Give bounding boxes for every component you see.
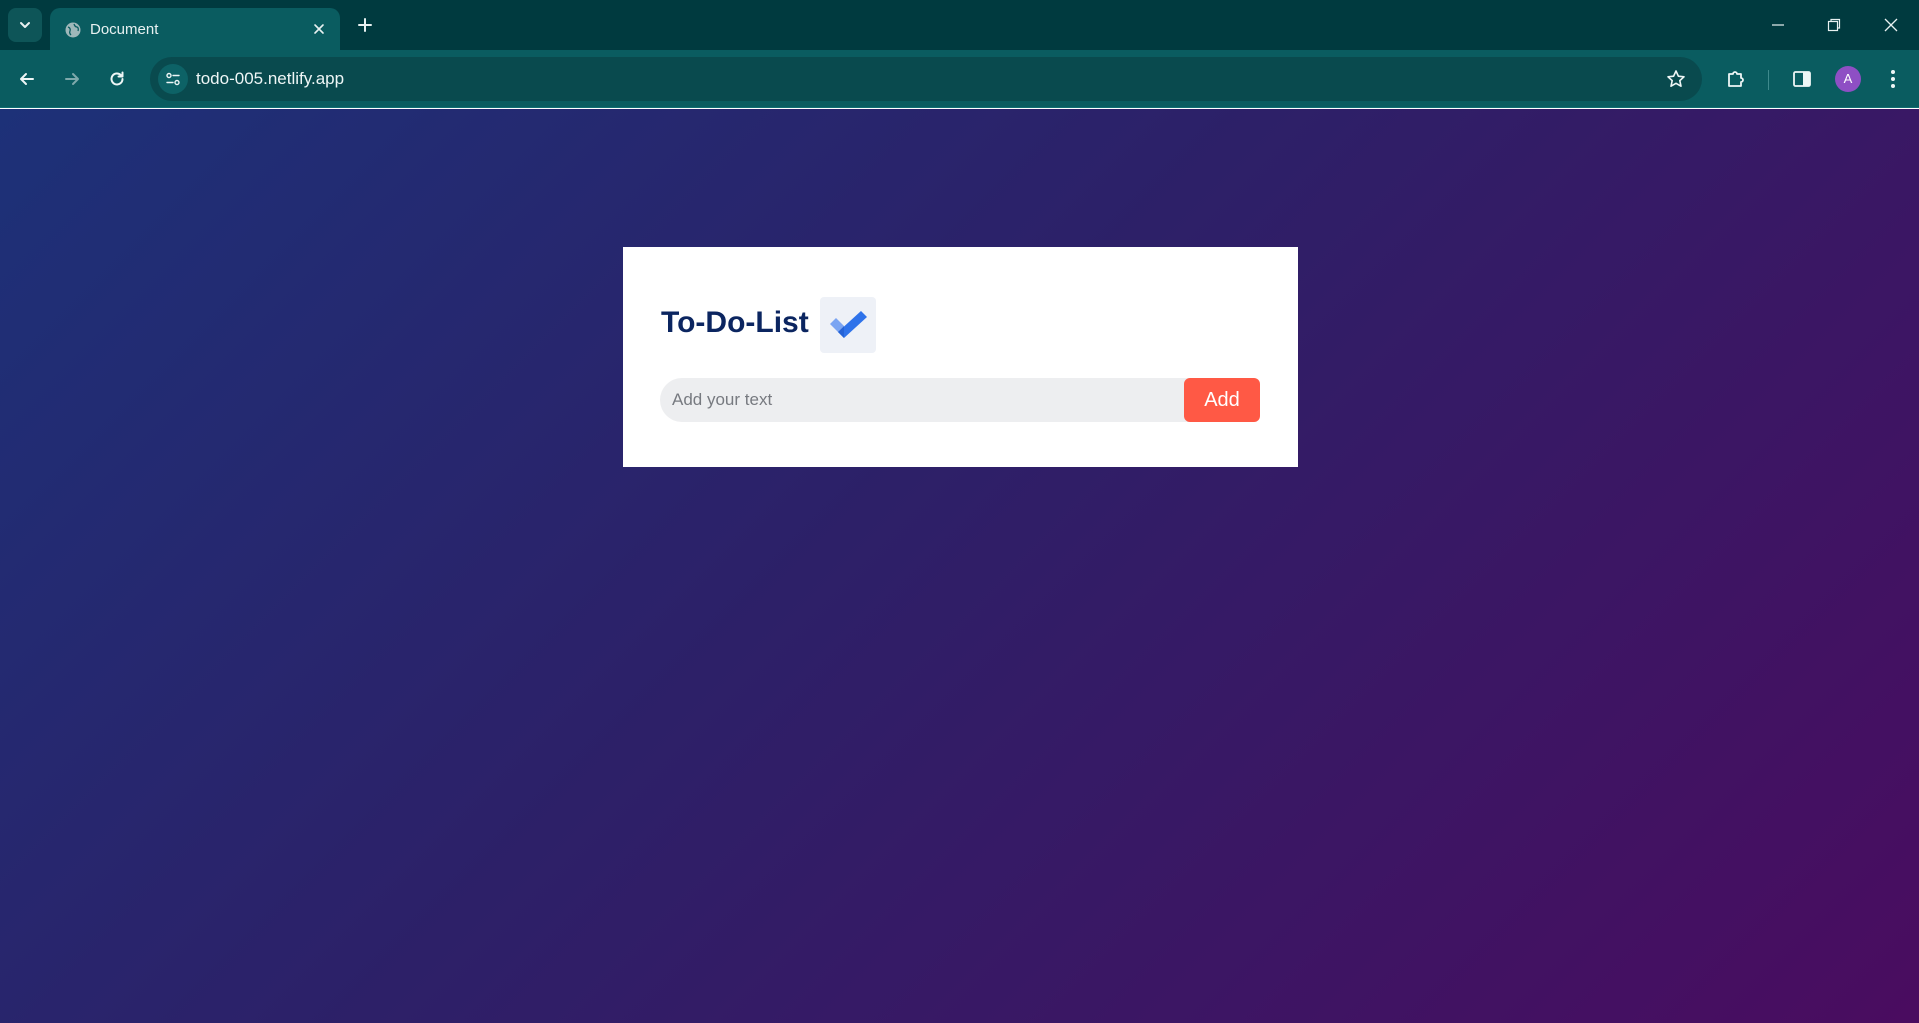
site-info-button[interactable]: [158, 64, 188, 94]
chevron-down-icon: [20, 22, 30, 28]
minimize-button[interactable]: [1758, 10, 1798, 40]
forward-button[interactable]: [55, 62, 89, 96]
bookmark-button[interactable]: [1664, 67, 1688, 91]
tab-search-button[interactable]: [8, 8, 42, 42]
tune-icon: [166, 72, 180, 86]
address-bar[interactable]: todo-005.netlify.app: [150, 57, 1702, 101]
task-input[interactable]: [660, 378, 1180, 422]
page-title: To-Do-List: [661, 306, 809, 339]
page-background: To-Do-List Add: [0, 109, 1919, 1023]
restore-icon: [1827, 18, 1841, 32]
arrow-left-icon: [20, 73, 34, 85]
side-panel-button[interactable]: [1785, 62, 1819, 96]
tab-title: Document: [90, 21, 159, 38]
close-icon: [314, 24, 324, 34]
restore-button[interactable]: [1814, 10, 1854, 40]
side-panel-icon: [1793, 71, 1811, 87]
add-button[interactable]: Add: [1184, 378, 1260, 422]
extensions-button[interactable]: [1719, 62, 1753, 96]
more-vertical-icon: [1891, 70, 1895, 88]
back-button[interactable]: [10, 62, 44, 96]
arrow-right-icon: [65, 73, 79, 85]
browser-menu-button[interactable]: [1876, 62, 1910, 96]
profile-avatar[interactable]: A: [1835, 66, 1861, 92]
star-icon: [1667, 70, 1685, 87]
reload-icon: [110, 71, 124, 86]
tab-close-button[interactable]: [310, 20, 328, 38]
close-icon: [1884, 18, 1898, 32]
window-close-button[interactable]: [1871, 10, 1911, 40]
new-tab-button[interactable]: [352, 12, 378, 38]
globe-icon: [65, 22, 81, 38]
browser-toolbar: todo-005.netlify.app: [0, 50, 1919, 108]
tab-strip: Document: [0, 0, 1919, 50]
browser-tab[interactable]: Document: [50, 8, 340, 50]
puzzle-icon: [1728, 71, 1744, 87]
plus-icon: [358, 18, 372, 32]
todo-card: To-Do-List Add: [623, 247, 1298, 467]
url-text: todo-005.netlify.app: [196, 69, 345, 88]
toolbar-divider: [1768, 70, 1769, 90]
add-task-row: Add: [660, 378, 1260, 422]
checkmark-icon: [820, 297, 876, 353]
reload-button[interactable]: [100, 62, 134, 96]
minimize-icon: [1772, 24, 1784, 26]
